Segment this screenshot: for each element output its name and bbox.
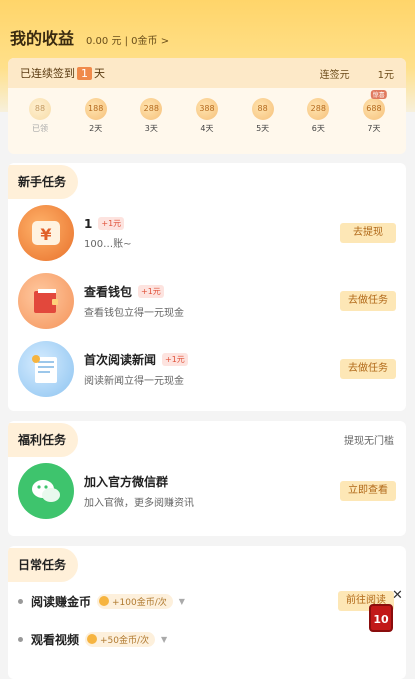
welfare-tasks-card: 福利任务 提现无门槛 加入官方微信群 加入官微，更多阅赚资讯 立即查看 — [8, 421, 406, 536]
section-title: 新手任务 — [18, 174, 67, 189]
coin-icon: 288 — [140, 98, 163, 120]
no-threshold-label: 提现无门槛 — [344, 435, 394, 447]
task-item[interactable]: 查看钱包 +1元 查看钱包立得一元现金 去做任务 — [8, 267, 406, 335]
checkin-prefix: 已连续签到 — [20, 67, 75, 80]
checkin-status-bar: 已连续签到 1 天 连签元 1元 — [8, 58, 406, 88]
svg-text:¥: ¥ — [40, 225, 51, 244]
novice-tasks-card: 新手任务 ¥ 1 +1元 100…账~ 去提现 查看钱包 +1元 查看钱包立得一… — [8, 163, 406, 411]
bullet-icon — [18, 598, 23, 604]
section-header: 新手任务 — [8, 163, 406, 199]
checkin-card: 已连续签到 1 天 连签元 1元 88 已领 188 2天 288 3天 388… — [8, 58, 406, 154]
page-title: 我的收益 — [10, 29, 75, 48]
daily-task-video[interactable]: 观看视频 +50金币/次 ▼ — [8, 620, 406, 658]
chevron-down-icon[interactable]: ▼ — [161, 635, 167, 644]
withdraw-button[interactable]: 去提现 — [340, 223, 396, 243]
section-header: 福利任务 提现无门槛 — [8, 421, 406, 457]
coin-icon — [87, 634, 98, 644]
task-description: 阅读新闻立得一元现金 — [84, 376, 184, 387]
coin-reward-pill: +100金币/次 — [97, 593, 173, 609]
coin-icon: 388 — [195, 98, 218, 120]
section-title: 日常任务 — [18, 557, 67, 572]
coin-icon: 188 — [84, 98, 107, 120]
earnings-summary-link[interactable]: 0.00 元 | 0金币 > — [86, 32, 169, 47]
coin-icon — [99, 596, 110, 606]
task-name: 阅读赚金币 — [31, 594, 92, 609]
task-name: 查看钱包 — [84, 285, 133, 299]
section-title: 福利任务 — [18, 432, 67, 447]
task-item[interactable]: 加入官方微信群 加入官微，更多阅赚资讯 立即查看 — [8, 457, 406, 525]
newspaper-icon — [18, 341, 74, 397]
day-label: 4天 — [200, 124, 214, 133]
checkin-day-6[interactable]: 288 6天 — [300, 98, 336, 134]
day-label: 已领 — [32, 124, 48, 133]
day-label: 5天 — [256, 124, 270, 133]
day-label: 7天 — [367, 124, 381, 133]
section-header: 日常任务 — [8, 546, 406, 582]
checkin-day-7[interactable]: 惊喜 688 7天 — [356, 90, 392, 134]
task-description: 查看钱包立得一元现金 — [84, 308, 184, 319]
task-item[interactable]: ¥ 1 +1元 100…账~ 去提现 — [8, 199, 406, 267]
task-name: 观看视频 — [31, 632, 80, 647]
task-name: 1 — [84, 216, 93, 231]
surprise-badge: 惊喜 — [370, 90, 387, 99]
do-task-button[interactable]: 去做任务 — [340, 359, 396, 379]
checkin-day-4[interactable]: 388 4天 — [189, 98, 225, 134]
task-name: 首次阅读新闻 — [84, 353, 157, 367]
close-icon[interactable]: ✕ — [392, 588, 403, 603]
bullet-icon — [18, 636, 23, 642]
reward-badge: +1元 — [98, 217, 125, 230]
checkin-days-row: 88 已领 188 2天 288 3天 388 4天 88 5天 288 6天 … — [8, 88, 406, 134]
checkin-suffix: 天 — [94, 67, 105, 80]
daily-task-read[interactable]: 阅读赚金币 +100金币/次 ▼ 前往阅读 — [8, 582, 406, 620]
coin-reward: +50金币/次 — [100, 635, 150, 646]
streak-value: 1元 — [377, 69, 394, 81]
do-task-button[interactable]: 去做任务 — [340, 291, 396, 311]
wechat-icon — [18, 463, 74, 519]
coin-reward-pill: +50金币/次 — [85, 631, 156, 647]
checkin-day-2[interactable]: 188 2天 — [78, 98, 114, 134]
daily-tasks-card: 日常任务 阅读赚金币 +100金币/次 ▼ 前往阅读 观看视频 +50金币/次 … — [8, 546, 406, 679]
wallet-icon — [18, 273, 74, 329]
coin-icon: 88 — [29, 98, 51, 120]
reward-badge: +1元 — [162, 353, 188, 366]
checkin-day-5[interactable]: 88 5天 — [245, 98, 281, 134]
reward-badge: +1元 — [138, 285, 164, 298]
play-coin-icon: ¥ — [18, 205, 74, 261]
task-name: 加入官方微信群 — [84, 475, 169, 489]
day-label: 6天 — [311, 124, 325, 133]
checkin-day-1[interactable]: 88 已领 — [22, 98, 58, 134]
floating-promo-badge[interactable]: 10 — [369, 604, 393, 632]
earnings-header: 我的收益 0.00 元 | 0金币 > — [10, 25, 169, 49]
task-item[interactable]: 首次阅读新闻 +1元 阅读新闻立得一元现金 去做任务 — [8, 335, 406, 403]
view-now-button[interactable]: 立即查看 — [340, 481, 396, 501]
coin-icon: 88 — [251, 98, 274, 120]
day-label: 2天 — [89, 124, 103, 133]
streak-label: 连签元 — [319, 69, 350, 81]
task-description: 100…账~ — [84, 238, 132, 250]
task-description: 加入官微，更多阅赚资讯 — [84, 498, 194, 509]
checkin-days-count: 1 — [77, 66, 92, 80]
coin-icon: 288 — [307, 98, 330, 120]
checkin-day-3[interactable]: 288 3天 — [133, 98, 169, 134]
coin-icon: 688 — [362, 98, 385, 120]
coin-reward: +100金币/次 — [112, 597, 167, 608]
chevron-down-icon[interactable]: ▼ — [179, 597, 185, 606]
day-label: 3天 — [144, 124, 158, 133]
